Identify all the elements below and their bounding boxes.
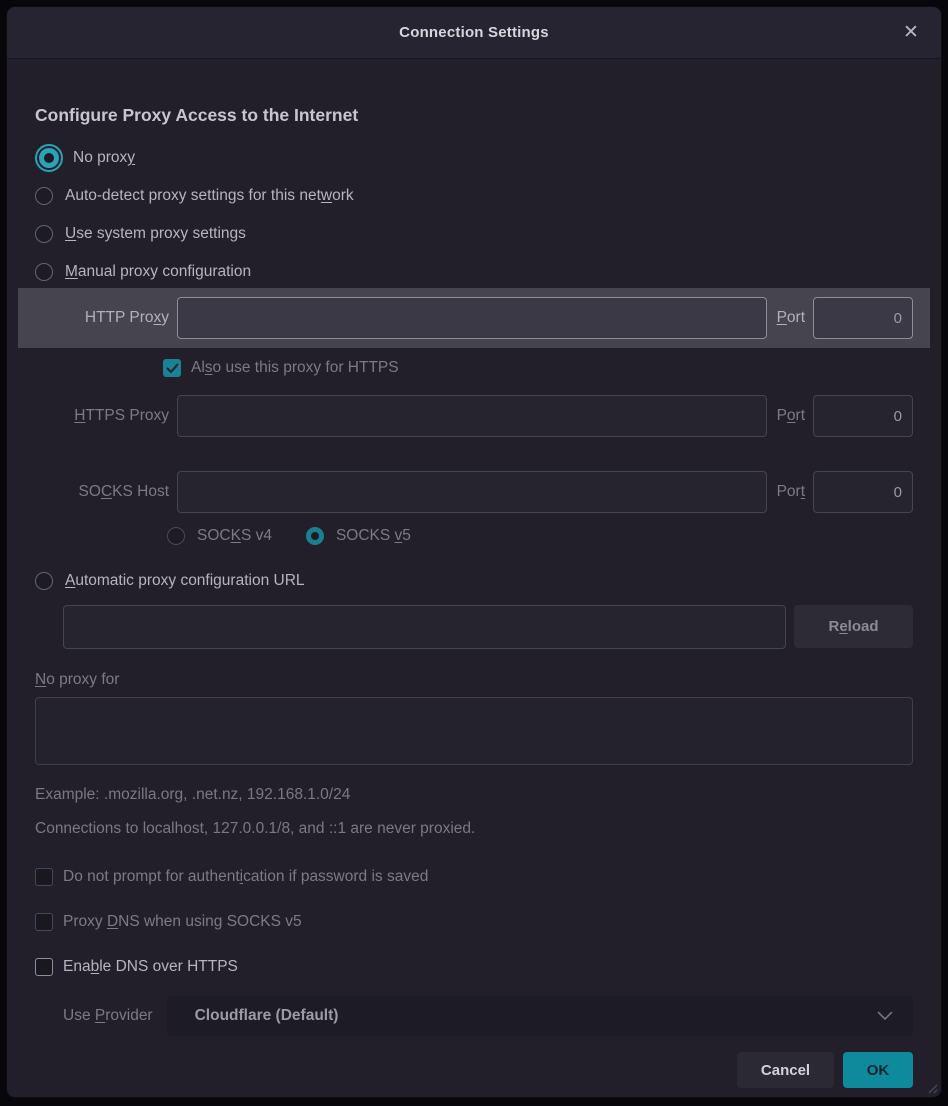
proxy-dns-row: Proxy DNS when using SOCKS v5 xyxy=(35,913,913,931)
radio-auto-url[interactable] xyxy=(35,572,53,590)
proxy-dns-label: Proxy DNS when using SOCKS v5 xyxy=(63,913,302,931)
radio-auto-detect-label: Auto-detect proxy settings for this netw… xyxy=(65,187,354,205)
ok-button[interactable]: OK xyxy=(843,1052,913,1088)
radio-auto-url-label: Automatic proxy configuration URL xyxy=(65,572,305,590)
radio-no-proxy-label: No proxy xyxy=(73,149,135,167)
https-proxy-input xyxy=(177,395,767,437)
radio-manual-label: Manual proxy configuration xyxy=(65,263,251,281)
no-proxy-for-textarea xyxy=(35,697,913,765)
socks-version-row: SOCKS v4 SOCKS v5 xyxy=(167,527,913,545)
provider-row: Use Provider Cloudflare (Default) xyxy=(63,996,913,1036)
https-proxy-label: HTTPS Proxy xyxy=(35,407,169,425)
auto-url-input xyxy=(63,605,786,649)
radio-auto-detect[interactable] xyxy=(35,187,53,205)
chevron-down-icon xyxy=(877,1011,893,1021)
dialog-titlebar: Connection Settings ✕ xyxy=(7,7,941,59)
radio-row-use-system[interactable]: Use system proxy settings xyxy=(35,222,913,246)
connection-settings-dialog: Connection Settings ✕ Configure Proxy Ac… xyxy=(6,6,942,1098)
use-provider-label: Use Provider xyxy=(63,1007,153,1025)
socks-host-label: SOCKS Host xyxy=(35,483,169,501)
socks-v5-label: SOCKS v5 xyxy=(336,527,411,545)
provider-dropdown-value: Cloudflare (Default) xyxy=(195,1007,877,1025)
http-proxy-label: HTTP Proxy xyxy=(35,309,169,327)
http-port-label: Port xyxy=(777,309,805,327)
https-proxy-row: HTTPS Proxy Port xyxy=(35,395,913,437)
radio-row-manual[interactable]: Manual proxy configuration xyxy=(35,260,913,284)
socks-host-row: SOCKS Host Port xyxy=(35,471,913,513)
doh-row[interactable]: Enable DNS over HTTPS xyxy=(35,958,913,976)
http-proxy-input xyxy=(177,297,767,339)
localhost-note-text: Connections to localhost, 127.0.0.1/8, a… xyxy=(35,820,913,838)
dialog-content: Configure Proxy Access to the Internet N… xyxy=(7,59,941,1088)
socks-port-label: Port xyxy=(777,483,805,501)
also-https-label: Also use this proxy for HTTPS xyxy=(191,359,399,377)
cancel-button[interactable]: Cancel xyxy=(737,1052,834,1088)
socks-host-input xyxy=(177,471,767,513)
provider-dropdown: Cloudflare (Default) xyxy=(167,996,913,1036)
dialog-title: Connection Settings xyxy=(399,24,549,41)
socks-v4-label: SOCKS v4 xyxy=(197,527,272,545)
http-proxy-row-highlighted: HTTP Proxy Port xyxy=(18,288,930,348)
http-port-input xyxy=(813,297,913,339)
no-proxy-example-text: Example: .mozilla.org, .net.nz, 192.168.… xyxy=(35,786,913,804)
radio-use-system-label: Use system proxy settings xyxy=(65,225,246,243)
no-prompt-label: Do not prompt for authentication if pass… xyxy=(63,868,428,886)
radio-use-system[interactable] xyxy=(35,225,53,243)
proxy-dns-checkbox xyxy=(35,913,53,931)
checkmark-icon xyxy=(166,363,179,374)
no-prompt-row: Do not prompt for authentication if pass… xyxy=(35,868,913,886)
reload-button: Reload xyxy=(794,605,913,648)
no-proxy-for-label: No proxy for xyxy=(35,671,913,689)
https-port-label: Port xyxy=(777,407,805,425)
radio-manual[interactable] xyxy=(35,263,53,281)
also-https-row: Also use this proxy for HTTPS xyxy=(163,359,913,377)
radio-row-auto-detect[interactable]: Auto-detect proxy settings for this netw… xyxy=(35,184,913,208)
page-title: Configure Proxy Access to the Internet xyxy=(35,105,913,126)
radio-row-auto-url[interactable]: Automatic proxy configuration URL xyxy=(35,569,913,593)
checkbox-group: Do not prompt for authentication if pass… xyxy=(35,868,913,976)
footer-buttons: Cancel OK xyxy=(35,1052,913,1088)
auto-url-row: Reload xyxy=(63,605,913,649)
resize-grip-icon[interactable] xyxy=(924,1080,938,1094)
doh-checkbox[interactable] xyxy=(35,958,53,976)
doh-label: Enable DNS over HTTPS xyxy=(63,958,238,976)
radio-socks-v5 xyxy=(306,527,324,545)
close-icon[interactable]: ✕ xyxy=(897,19,925,47)
radio-row-no-proxy[interactable]: No proxy xyxy=(35,146,913,170)
radio-socks-v4 xyxy=(167,527,185,545)
radio-no-proxy[interactable] xyxy=(39,148,59,168)
socks-port-input xyxy=(813,471,913,513)
also-https-checkbox xyxy=(163,359,181,377)
no-prompt-checkbox xyxy=(35,868,53,886)
https-port-input xyxy=(813,395,913,437)
